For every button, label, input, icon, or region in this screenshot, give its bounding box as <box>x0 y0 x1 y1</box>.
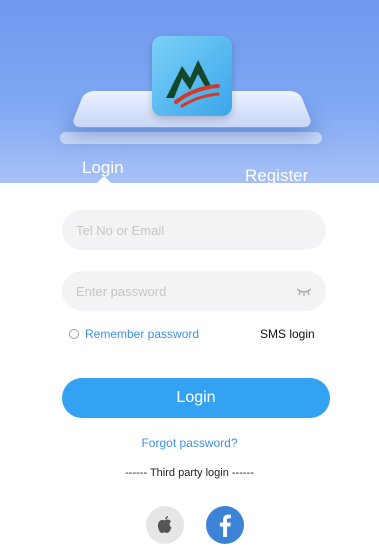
login-screen: Login Register Remember password SMS log… <box>0 0 379 548</box>
login-button[interactable]: Login <box>62 378 330 418</box>
apple-icon <box>157 516 172 533</box>
apple-login-button[interactable] <box>146 506 184 544</box>
tab-login[interactable]: Login <box>82 158 124 178</box>
mountain-logo-icon <box>166 60 220 108</box>
password-input[interactable] <box>62 271 326 311</box>
tablet-shadow-illustration <box>60 132 322 144</box>
tab-register[interactable]: Register <box>245 166 308 183</box>
forgot-password-link[interactable]: Forgot password? <box>0 436 379 450</box>
facebook-icon <box>219 514 231 537</box>
phone-email-input[interactable] <box>62 210 326 250</box>
eye-closed-icon[interactable] <box>296 286 312 296</box>
app-logo <box>152 36 232 116</box>
third-party-login-label: ------ Third party login ------ <box>125 467 254 479</box>
header-banner: Login Register <box>0 0 379 183</box>
remember-password-checkbox[interactable]: Remember password <box>69 327 199 341</box>
active-tab-indicator <box>97 176 111 183</box>
sms-login-link[interactable]: SMS login <box>260 327 315 341</box>
facebook-login-button[interactable] <box>206 506 244 544</box>
radio-circle-icon <box>69 329 79 339</box>
remember-password-label: Remember password <box>85 327 200 341</box>
